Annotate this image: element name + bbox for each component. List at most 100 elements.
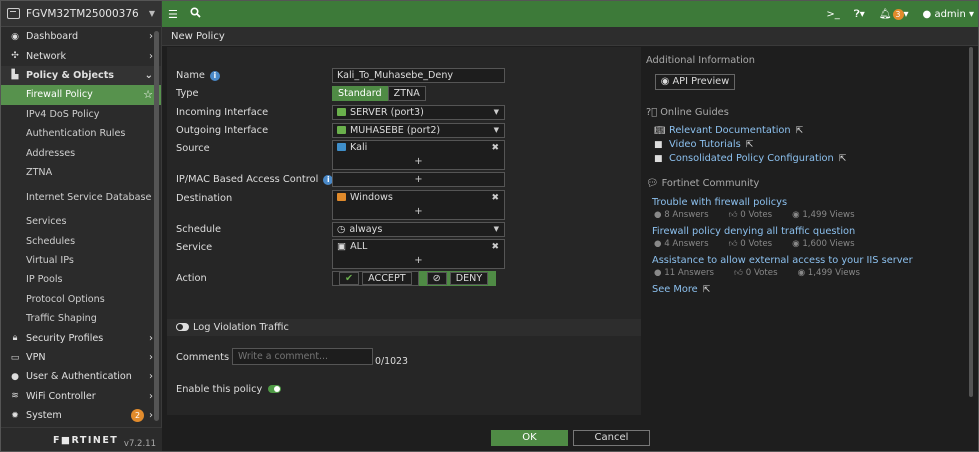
comments-input[interactable]: [232, 348, 373, 365]
see-more-link[interactable]: See More ⇱: [652, 284, 710, 295]
external-link-icon: ⇱: [745, 140, 754, 150]
sidebar-item-security-profiles[interactable]: 🔒︎ Security Profiles ›: [1, 328, 161, 347]
hamburger-menu-icon[interactable]: ☰: [168, 8, 178, 21]
chevron-down-icon: ▼: [493, 126, 499, 134]
policy-form: Name i Kali_To_Muhasebe_Deny Type Standar…: [167, 47, 641, 415]
outgoing-interface-select[interactable]: MUHASEBE (port2) ▼: [332, 123, 505, 138]
book-icon: 📖︎: [654, 126, 666, 136]
search-icon[interactable]: [190, 7, 201, 21]
destination-field[interactable]: Windows ✖ +: [332, 190, 505, 220]
type-standard-option[interactable]: Standard: [332, 86, 388, 101]
sidebar-nav: ◉ Dashboard › ✣ Network › ▙ Policy & Objects ⌄…: [1, 27, 161, 425]
additional-info-heading: Additional Information: [646, 55, 756, 66]
log-violation-toggle-row[interactable]: Log Violation Traffic: [167, 319, 641, 336]
community-post-stats: ● 8 Answers 👍︎ 0 Votes ◉ 1,499 Views: [654, 210, 855, 220]
star-icon[interactable]: ☆: [143, 88, 153, 101]
sidebar-item-dashboard[interactable]: ◉ Dashboard ›: [1, 27, 161, 46]
action-deny-option[interactable]: ⊘ DENY: [418, 271, 497, 286]
sidebar-item-internet-service-database[interactable]: Internet Service Database: [1, 182, 161, 212]
wifi-icon: ≋: [11, 391, 19, 402]
cli-console-icon[interactable]: >_: [826, 9, 839, 20]
chat-icon: 💬︎: [646, 178, 659, 189]
brand-footer: F■RTINET v7.2.11: [1, 427, 162, 451]
system-badge: 2: [131, 409, 144, 423]
community-post-link[interactable]: Trouble with firewall policys: [652, 197, 787, 208]
destination-label: Destination: [176, 193, 233, 204]
sidebar-item-system[interactable]: ✹ System 2 ›: [1, 406, 161, 425]
top-bar: ☰ >_ ❓︎▾ 🔔︎ 3 ▾ ● admin ▾: [162, 1, 978, 27]
community-post-link[interactable]: Assistance to allow external access to y…: [652, 255, 913, 266]
dashboard-icon: ◉: [11, 31, 19, 42]
add-destination-icon[interactable]: +: [333, 206, 504, 219]
sidebar-item-wifi-controller[interactable]: ≋ WiFi Controller ›: [1, 387, 161, 406]
gear-icon: ✹: [11, 410, 19, 421]
sidebar-item-schedules[interactable]: Schedules: [1, 232, 161, 251]
ok-button[interactable]: OK: [491, 430, 568, 446]
service-entry: ▣ ALL ✖: [337, 240, 499, 254]
sidebar-item-authentication-rules[interactable]: Authentication Rules: [1, 124, 161, 143]
api-preview-button[interactable]: ◉ API Preview: [655, 74, 735, 90]
sidebar-scrollbar[interactable]: [153, 27, 160, 427]
app-window: FGVM32TM25000376 ▼ ◉ Dashboard › ✣ Network ›…: [0, 0, 979, 452]
admin-menu[interactable]: ● admin ▾: [923, 9, 974, 20]
type-ztna-option[interactable]: ZTNA: [387, 86, 426, 101]
community-post-link[interactable]: Firewall policy denying all traffic ques…: [652, 226, 855, 237]
name-input[interactable]: Kali_To_Muhasebe_Deny: [332, 68, 505, 83]
remove-icon[interactable]: ✖: [491, 141, 499, 155]
guide-link-documentation[interactable]: 📖︎ Relevant Documentation ⇱: [654, 125, 803, 136]
sidebar-item-virtual-ips[interactable]: Virtual IPs: [1, 251, 161, 270]
sidebar-item-services[interactable]: Services: [1, 212, 161, 231]
guide-link-video-tutorials[interactable]: ■ Video Tutorials ⇱: [654, 139, 753, 150]
type-toggle: Standard ZTNA: [332, 86, 426, 101]
info-icon[interactable]: i: [209, 71, 220, 81]
enable-policy-toggle[interactable]: [268, 385, 282, 393]
sidebar-scroll-thumb[interactable]: [154, 31, 159, 421]
source-entry: Kali ✖: [333, 141, 504, 156]
chevron-down-icon: ▼: [493, 108, 499, 116]
sidebar-item-firewall-policy[interactable]: Firewall Policy ☆: [1, 85, 161, 105]
device-selector[interactable]: FGVM32TM25000376 ▼: [1, 1, 161, 27]
content-scrollbar[interactable]: [967, 47, 975, 407]
eye-icon: ◉: [660, 76, 670, 87]
ipmac-add-field[interactable]: +: [332, 172, 505, 187]
sidebar-item-user-authentication[interactable]: ● User & Authentication ›: [1, 367, 161, 386]
source-field[interactable]: Kali ✖ +: [332, 140, 505, 170]
sidebar-item-policy-objects[interactable]: ▙ Policy & Objects ⌄: [1, 65, 161, 86]
sidebar-item-ip-pools[interactable]: IP Pools: [1, 270, 161, 289]
version-label: v7.2.11: [123, 438, 156, 449]
sidebar-item-ipv4-dos-policy[interactable]: IPv4 DoS Policy: [1, 105, 161, 124]
type-label: Type: [176, 88, 199, 99]
sidebar-item-ztna[interactable]: ZTNA: [1, 163, 161, 182]
policy-icon: ▙: [11, 70, 19, 81]
action-accept-option[interactable]: ✔ ACCEPT: [332, 271, 419, 286]
help-icon[interactable]: ❓︎▾: [854, 9, 865, 20]
comments-counter: 0/1023: [375, 356, 408, 367]
add-service-icon[interactable]: +: [333, 255, 504, 268]
guide-link-consolidated-policy[interactable]: ■ Consolidated Policy Configuration ⇱: [654, 153, 846, 164]
log-violation-toggle[interactable]: [176, 323, 189, 331]
community-heading: 💬︎ Fortinet Community: [646, 178, 760, 189]
notifications-icon[interactable]: 🔔︎ 3 ▾: [879, 8, 909, 20]
destination-entry: Windows ✖: [333, 191, 504, 206]
sidebar-item-vpn[interactable]: ▭ VPN ›: [1, 348, 161, 367]
device-icon: [7, 8, 20, 19]
remove-icon[interactable]: ✖: [491, 240, 499, 254]
sidebar-item-protocol-options[interactable]: Protocol Options: [1, 290, 161, 309]
address-icon: [337, 143, 346, 151]
action-label: Action: [176, 273, 207, 284]
remove-icon[interactable]: ✖: [491, 191, 499, 205]
sidebar-item-traffic-shaping[interactable]: Traffic Shaping: [1, 309, 161, 328]
service-field[interactable]: ▣ ALL ✖ +: [332, 239, 505, 269]
sidebar-item-addresses[interactable]: Addresses: [1, 143, 161, 162]
add-source-icon[interactable]: +: [333, 156, 504, 169]
monitor-icon: ▭: [10, 352, 20, 363]
cancel-button[interactable]: Cancel: [573, 430, 650, 446]
content-scroll-thumb[interactable]: [969, 47, 973, 397]
schedule-select[interactable]: ◷ always ▼: [332, 222, 505, 237]
incoming-interface-select[interactable]: SERVER (port3) ▼: [332, 105, 505, 120]
notification-count: 3: [892, 8, 904, 20]
chevron-down-icon: ▼: [493, 225, 499, 233]
sidebar-item-network[interactable]: ✣ Network ›: [1, 46, 161, 65]
lock-icon: 🔒︎: [12, 333, 18, 344]
external-link-icon: ⇱: [838, 154, 847, 164]
